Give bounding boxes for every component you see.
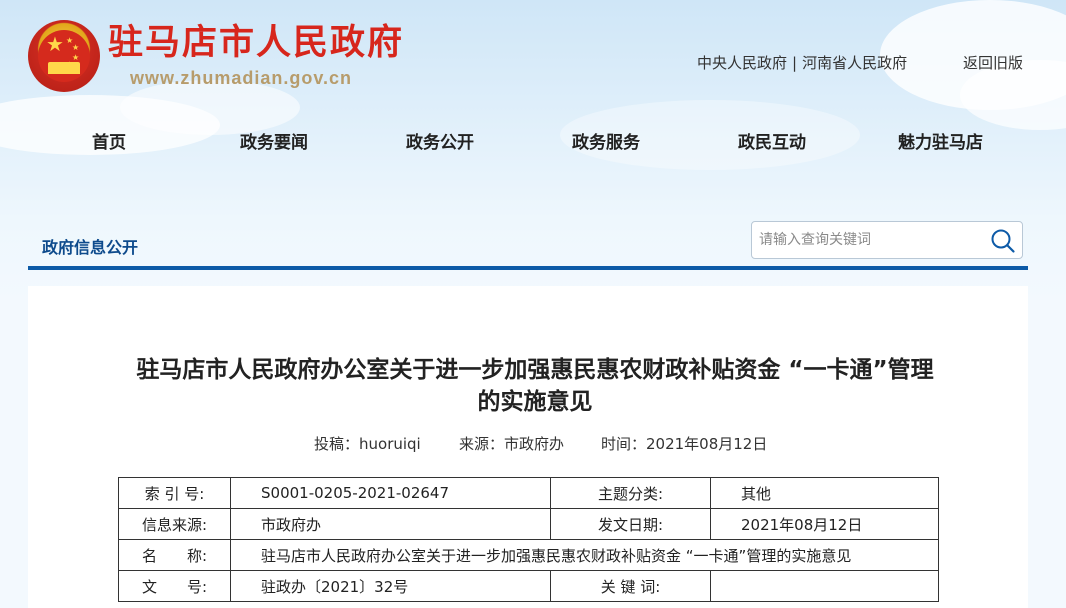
table-key: 发文日期: (550, 508, 711, 540)
nav-government-news[interactable]: 政务要闻 (240, 128, 308, 153)
nav-charm-zhumadian[interactable]: 魅力驻马店 (898, 128, 983, 153)
table-value: 驻马店市人民政府办公室关于进一步加强惠民惠农财政补贴资金 “一卡通”管理的实施意… (230, 539, 939, 571)
table-value: S0001-0205-2021-02647 (230, 477, 551, 509)
nav-government-services[interactable]: 政务服务 (572, 128, 640, 153)
table-value (710, 570, 939, 602)
document-info-table: 索 引 号: S0001-0205-2021-02647 主题分类: 其他 信息… (118, 477, 939, 602)
table-key: 索 引 号: (118, 477, 231, 509)
search-input[interactable] (752, 222, 982, 258)
section-label[interactable]: 政府信息公开 (42, 234, 138, 258)
meta-source: 来源：市政府办 (459, 435, 565, 453)
link-henan-gov[interactable]: 河南省人民政府 (802, 54, 907, 72)
site-url: www.zhumadian.gov.cn (130, 68, 353, 88)
table-key: 信息来源: (118, 508, 231, 540)
nav-government-disclosure[interactable]: 政务公开 (406, 128, 474, 153)
search-icon[interactable] (990, 228, 1016, 254)
table-row: 文 号: 驻政办〔2021〕32号 关 键 词: (118, 570, 939, 602)
section-divider (28, 266, 1028, 270)
table-value: 市政府办 (230, 508, 551, 540)
table-row: 信息来源: 市政府办 发文日期: 2021年08月12日 (118, 508, 939, 540)
table-key: 主题分类: (550, 477, 711, 509)
national-emblem-logo: ★ ★ ★ ★ ★ (28, 20, 100, 92)
nav-home[interactable]: 首页 (92, 128, 126, 153)
table-row: 索 引 号: S0001-0205-2021-02647 主题分类: 其他 (118, 477, 939, 509)
meta-time: 时间：2021年08月12日 (601, 435, 768, 453)
table-key: 文 号: (118, 570, 231, 602)
table-value: 其他 (710, 477, 939, 509)
top-links: 中央人民政府 | 河南省人民政府 (697, 52, 907, 73)
main-nav: 首页 政务要闻 政务公开 政务服务 政民互动 魅力驻马店 (0, 128, 1066, 154)
table-value: 驻政办〔2021〕32号 (230, 570, 551, 602)
link-central-gov[interactable]: 中央人民政府 (697, 54, 787, 72)
table-key: 关 键 词: (550, 570, 711, 602)
back-to-old-version-link[interactable]: 返回旧版 (963, 52, 1023, 73)
article-title: 驻马店市人民政府办公室关于进一步加强惠民惠农财政补贴资金 “一卡通”管理的实施意… (136, 357, 934, 415)
site-title[interactable]: 驻马店市人民政府 (108, 22, 404, 64)
table-row: 名 称: 驻马店市人民政府办公室关于进一步加强惠民惠农财政补贴资金 “一卡通”管… (118, 539, 939, 571)
nav-public-interaction[interactable]: 政民互动 (738, 128, 806, 153)
meta-author: 投稿：huoruiqi (314, 435, 421, 453)
table-value: 2021年08月12日 (710, 508, 939, 540)
table-key: 名 称: (118, 539, 231, 571)
search-box (751, 221, 1023, 259)
link-separator: | (792, 54, 798, 72)
